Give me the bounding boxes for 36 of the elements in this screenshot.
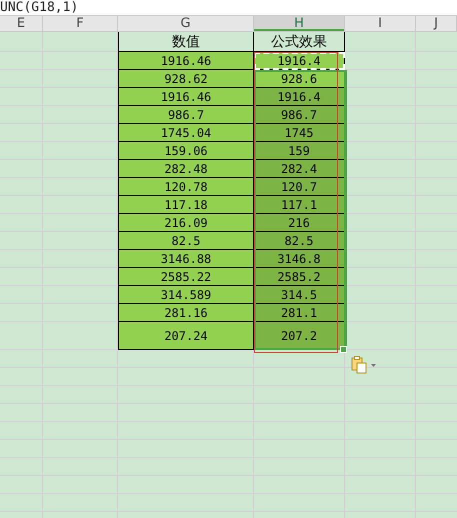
table-cell: 207.24 [118,322,254,350]
table-cell: 216 [254,214,345,232]
table-cell: 82.5 [254,232,345,250]
table-cell: 314.5 [254,286,345,304]
table-cell: 282.48 [118,160,254,178]
table-cell: 2585.2 [254,268,345,286]
table-cell: 3146.88 [118,250,254,268]
table-cell: 986.7 [118,106,254,124]
table-cell: 1916.46 [118,88,254,106]
table-cell: 117.18 [118,196,254,214]
column-header[interactable]: H [254,16,345,31]
table-cell: 82.5 [118,232,254,250]
table-cell: 1916.46 [118,52,254,70]
table-cell: 314.589 [118,286,254,304]
table-cell: 282.4 [254,160,345,178]
header-cell: 数值 [118,32,254,52]
fill-handle[interactable] [340,346,347,353]
formula-bar[interactable]: UNC(G18,1) [0,0,457,16]
table-cell: 120.7 [254,178,345,196]
table-cell: 120.78 [118,178,254,196]
table-cell: 1745.04 [118,124,254,142]
table-cell: 159.06 [118,142,254,160]
table-cell: 1916.4 [254,52,345,70]
table-cell: 216.09 [118,214,254,232]
table-cell: 281.1 [254,304,345,322]
table-cell: 986.7 [254,106,345,124]
table-cell: 159 [254,142,345,160]
table-cell: 1916.4 [254,88,345,106]
table-cell: 3146.8 [254,250,345,268]
table-cell: 2585.22 [118,268,254,286]
table-cell: 117.1 [254,196,345,214]
paste-options-icon[interactable] [351,356,377,374]
table-cell: 928.62 [118,70,254,88]
table-cell: 281.16 [118,304,254,322]
header-cell: 公式效果 [254,32,345,52]
table-cell: 1745 [254,124,345,142]
